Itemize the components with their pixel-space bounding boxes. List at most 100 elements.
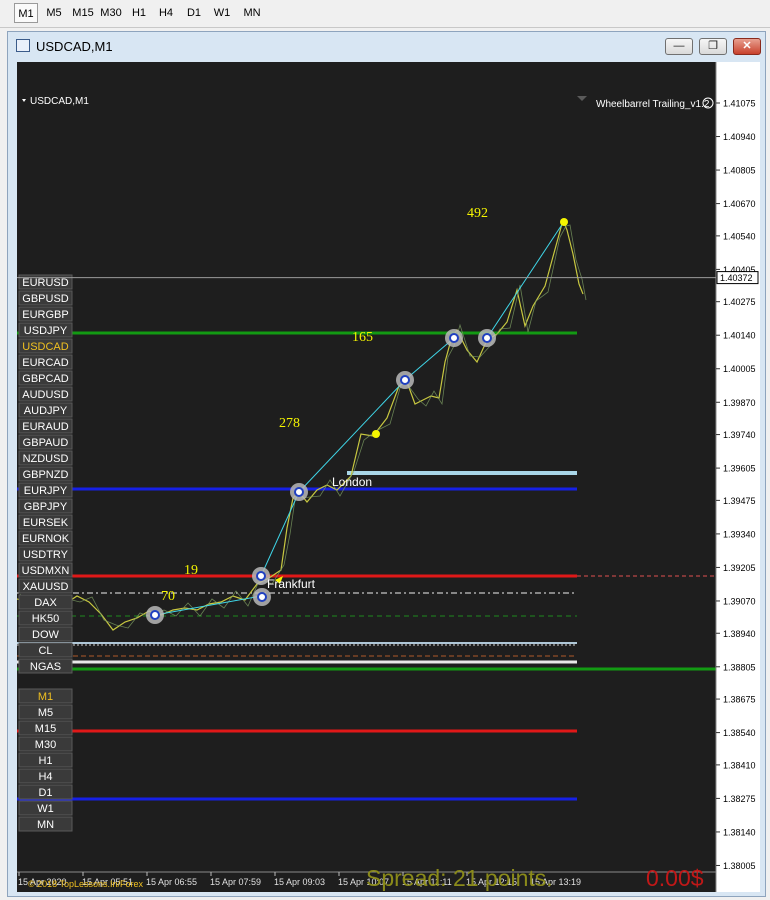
timeframe-button-label: M15 (35, 723, 56, 735)
symbol-button-label: USDTRY (23, 549, 69, 561)
timeframe-button-label: M5 (38, 707, 53, 719)
profit-text: 0.00$ (646, 865, 704, 891)
symbol-button-label: EURGBP (22, 309, 68, 321)
toolbar-tf-d1[interactable]: D1 (183, 3, 205, 23)
symbol-button-label: GBPUSD (22, 293, 69, 305)
price-tick-label: 1.39070 (723, 596, 756, 606)
trade-marker-dot (294, 487, 304, 497)
copyright-text: © 2018 TopLessons.In/Forex (28, 879, 144, 889)
restore-button[interactable]: ❐ (699, 38, 727, 55)
price-tick-label: 1.40670 (723, 199, 756, 209)
timeframe-button-label: W1 (37, 803, 54, 815)
symbol-button-label: EURUSD (22, 277, 69, 289)
chart-window: USDCAD,M1 — ❐ ✕ 492 165 278 19 70 London Frank… (7, 31, 766, 897)
time-tick-label: 15 Apr 06:55 (146, 877, 197, 887)
symbol-button-label: GBPCAD (22, 373, 69, 385)
price-tick-label: 1.38805 (723, 662, 756, 672)
toolbar-tf-h4[interactable]: H4 (155, 3, 177, 23)
minimize-icon: — (673, 40, 685, 52)
price-tick-label: 1.38275 (723, 794, 756, 804)
time-tick-label: 15 Apr 09:03 (274, 877, 325, 887)
symbol-button-label: GBPJPY (24, 501, 68, 513)
wave-count-label: 70 (161, 589, 175, 604)
wave-count-label: 165 (352, 330, 373, 345)
trade-marker-dot (256, 571, 266, 581)
price-tick-label: 1.39740 (723, 430, 756, 440)
chart-background (17, 62, 760, 892)
symbol-button-label: EURCAD (22, 357, 69, 369)
mid-marker (372, 430, 380, 438)
timeframe-button-label: M30 (35, 739, 56, 751)
price-tick-label: 1.39205 (723, 563, 756, 573)
time-tick-label: 15 Apr 07:59 (210, 877, 261, 887)
symbol-button-label: NGAS (30, 661, 61, 673)
symbol-button-label: AUDJPY (24, 405, 68, 417)
price-tick-label: 1.38675 (723, 695, 756, 705)
price-tick-label: 1.39340 (723, 529, 756, 539)
indicator-name: Wheelbarrel Trailing_v1.2 (596, 99, 710, 110)
price-tick-label: 1.39605 (723, 464, 756, 474)
toolbar-tf-m15[interactable]: M15 (70, 3, 96, 23)
symbol-button-label: GBPAUD (23, 437, 69, 449)
price-tick-label: 1.38005 (723, 861, 756, 871)
toolbar-tf-m5[interactable]: M5 (42, 3, 66, 23)
symbol-button-label: EURJPY (24, 485, 68, 497)
current-price-label: 1.40372 (720, 273, 753, 283)
toolbar-tf-w1[interactable]: W1 (211, 3, 233, 23)
price-tick-label: 1.40140 (723, 331, 756, 341)
timeframe-button-label: M1 (38, 691, 53, 703)
symbol-button-label: EURSEK (23, 517, 69, 529)
price-tick-label: 1.39870 (723, 398, 756, 408)
symbol-button-label: EURNOK (22, 533, 70, 545)
price-tick-label: 1.38540 (723, 728, 756, 738)
toolbar-tf-mn[interactable]: MN (239, 3, 265, 23)
symbol-button-label: USDJPY (24, 325, 68, 337)
symbol-button-label: NZDUSD (23, 453, 69, 465)
price-tick-label: 1.38940 (723, 629, 756, 639)
symbol-button-label: USDMXN (22, 565, 70, 577)
price-chart[interactable]: 492 165 278 19 70 London Frankfurt EURUSD GBPUS… (17, 62, 760, 892)
chart-window-icon (16, 39, 30, 52)
window-title: USDCAD,M1 (36, 39, 113, 54)
trade-marker-dot (257, 592, 267, 602)
symbol-button-label: DAX (34, 597, 57, 609)
symbol-button-label: CL (38, 645, 52, 657)
symbol-button-label: USDCAD (22, 341, 69, 353)
trade-marker-dot (150, 610, 160, 620)
spread-text: Spread: 21 points. (366, 865, 553, 891)
close-icon: ✕ (742, 40, 752, 52)
restore-icon: ❐ (708, 40, 718, 52)
chart-header-symbol: USDCAD,M1 (30, 96, 89, 107)
toolbar-tf-m1[interactable]: M1 (14, 3, 38, 23)
window-titlebar[interactable]: USDCAD,M1 — ❐ ✕ (8, 32, 765, 60)
trade-marker-dot (482, 333, 492, 343)
price-tick-label: 1.40805 (723, 166, 756, 176)
symbol-button-label: HK50 (32, 613, 60, 625)
timeframe-toolbar: M1 M5 M15 M30 H1 H4 D1 W1 MN (0, 0, 770, 28)
timeframe-button-label: H1 (38, 755, 52, 767)
price-tick-label: 1.41075 (723, 99, 756, 109)
close-button[interactable]: ✕ (733, 38, 761, 55)
symbol-button-label: EURAUD (22, 421, 69, 433)
toolbar-tf-m30[interactable]: M30 (98, 3, 124, 23)
wave-count-label: 278 (279, 416, 300, 431)
timeframe-button-label: MN (37, 819, 54, 831)
price-tick-label: 1.40005 (723, 364, 756, 374)
symbol-button-label: AUDUSD (22, 389, 69, 401)
session-label-frankfurt: Frankfurt (267, 577, 316, 591)
price-tick-label: 1.38140 (723, 827, 756, 837)
trade-marker-dot (400, 375, 410, 385)
symbol-button-label: DOW (32, 629, 60, 641)
symbol-button-label: XAUUSD (23, 581, 69, 593)
timeframe-button-label: D1 (38, 787, 52, 799)
price-tick-label: 1.38410 (723, 760, 756, 770)
toolbar-tf-h1[interactable]: H1 (128, 3, 150, 23)
price-tick-label: 1.40940 (723, 132, 756, 142)
session-label-london: London (332, 475, 372, 489)
trade-marker-dot (449, 333, 459, 343)
timeframe-button-label: H4 (38, 771, 52, 783)
price-tick-label: 1.40540 (723, 231, 756, 241)
peak-marker (560, 218, 568, 226)
minimize-button[interactable]: — (665, 38, 693, 55)
symbol-button-label: GBPNZD (23, 469, 69, 481)
